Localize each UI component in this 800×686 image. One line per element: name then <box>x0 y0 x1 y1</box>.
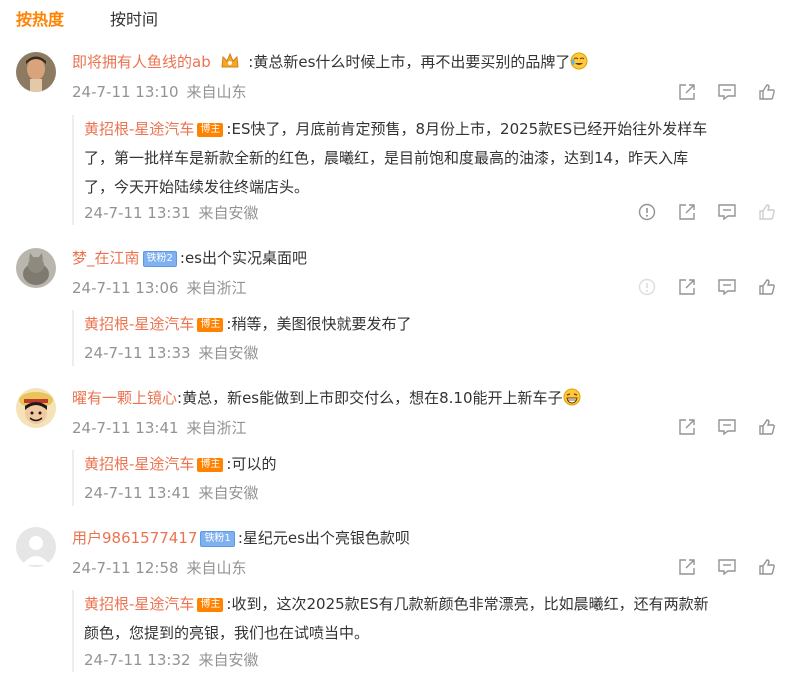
comment-username[interactable]: 用户9861577417 <box>72 529 197 547</box>
reply-time: 24-7-11 13:33 <box>84 344 191 362</box>
comment-icon[interactable] <box>716 81 738 103</box>
tab-sort-by-hot[interactable]: 按热度 <box>16 8 64 32</box>
comment-time: 24-7-11 13:10 <box>72 83 179 101</box>
share-icon[interactable] <box>676 556 698 578</box>
reply-text-line: :收到，这次2025款ES有几款新颜色非常漂亮，比如晨曦红，还有两款新 <box>226 595 709 613</box>
reply-meta: 24-7-11 13:32 来自安徽 <box>84 650 259 670</box>
reply-text-line: 了，今天开始陆续发往终端店头。 <box>84 178 310 196</box>
share-icon[interactable] <box>676 81 698 103</box>
like-icon[interactable] <box>756 556 778 578</box>
comment-text: :星纪元es出个亮银色款呗 <box>237 529 410 547</box>
comment-icon[interactable] <box>716 201 738 223</box>
crown-badge-icon <box>220 52 240 76</box>
reply-text-line: :可以的 <box>226 455 277 473</box>
sort-tabs: 按热度 按时间 <box>16 8 158 32</box>
report-icon[interactable] <box>636 201 658 223</box>
like-icon[interactable] <box>756 201 778 223</box>
reply-meta: 24-7-11 13:41 来自安徽 <box>84 483 259 503</box>
reply-text-block: 黄招根-星途汽车 博主:可以的 <box>84 450 780 479</box>
reply-time: 24-7-11 13:41 <box>84 484 191 502</box>
comment-location: 来自山东 <box>186 83 247 101</box>
reply-text-line: :稍等，美图很快就要发布了 <box>226 315 412 333</box>
comment-text: :黄总，新es能做到上市即交付么，想在8.10能开上新车子 <box>177 389 563 407</box>
share-icon[interactable] <box>676 416 698 438</box>
grin-emoji-icon <box>563 388 581 406</box>
comment-line: 曜有一颗上镜心:黄总，新es能做到上市即交付么，想在8.10能开上新车子 <box>72 387 581 409</box>
reply-text-block: 黄招根-星途汽车 博主:稍等，美图很快就要发布了 <box>84 310 780 339</box>
comment-location: 来自山东 <box>186 559 247 577</box>
reply-location: 来自安徽 <box>198 204 259 222</box>
comment-actions <box>658 416 778 438</box>
reply-time: 24-7-11 13:31 <box>84 204 191 222</box>
reply-block: 黄招根-星途汽车 博主:稍等，美图很快就要发布了 24-7-11 13:33 来自安… <box>72 310 780 366</box>
reply-username[interactable]: 黄招根-星途汽车 <box>84 315 194 333</box>
reply-location: 来自安徽 <box>198 651 259 669</box>
avatar[interactable] <box>16 388 56 428</box>
fan-level-badge: 铁粉1 <box>200 531 235 547</box>
reply-username[interactable]: 黄招根-星途汽车 <box>84 455 194 473</box>
reply-text-line: :ES快了，月底前肯定预售，8月份上市，2025款ES已经开始往外发样车 <box>226 120 708 138</box>
comment-icon[interactable] <box>716 556 738 578</box>
share-icon[interactable] <box>676 276 698 298</box>
reply-text-block: 黄招根-星途汽车 博主:收到，这次2025款ES有几款新颜色非常漂亮，比如晨曦红，… <box>84 590 780 648</box>
comment-icon[interactable] <box>716 276 738 298</box>
reply-actions <box>618 201 778 223</box>
comment-meta: 24-7-11 13:41 来自浙江 <box>72 418 247 438</box>
tab-sort-by-time[interactable]: 按时间 <box>110 8 158 32</box>
avatar[interactable] <box>16 527 56 567</box>
comment-line: 梦_在江南 铁粉2:es出个实况桌面吧 <box>72 247 307 269</box>
comment-actions <box>658 81 778 103</box>
reply-username[interactable]: 黄招根-星途汽车 <box>84 595 194 613</box>
reply-text-line: 颜色，您提到的亮银，我们也在试喷当中。 <box>84 624 370 642</box>
reply-text-block: 黄招根-星途汽车 博主:ES快了，月底前肯定预售，8月份上市，2025款ES已经开… <box>84 115 780 202</box>
blogger-badge: 博主 <box>197 318 224 332</box>
cry-laugh-emoji-icon <box>570 52 588 70</box>
reply-location: 来自安徽 <box>198 484 259 502</box>
like-icon[interactable] <box>756 276 778 298</box>
comment-actions <box>618 276 778 298</box>
comment-text: :es出个实况桌面吧 <box>179 249 307 267</box>
like-icon[interactable] <box>756 81 778 103</box>
comment-meta: 24-7-11 13:10 来自山东 <box>72 82 247 102</box>
avatar[interactable] <box>16 248 56 288</box>
comment-location: 来自浙江 <box>186 279 247 297</box>
comment-time: 24-7-11 12:58 <box>72 559 179 577</box>
comment-meta: 24-7-11 13:06 来自浙江 <box>72 278 247 298</box>
reply-block: 黄招根-星途汽车 博主:可以的 24-7-11 13:41 来自安徽 <box>72 450 780 506</box>
comment-line: 用户9861577417 铁粉1:星纪元es出个亮银色款呗 <box>72 527 410 549</box>
reply-block: 黄招根-星途汽车 博主:收到，这次2025款ES有几款新颜色非常漂亮，比如晨曦红，… <box>72 590 780 672</box>
fan-level-badge: 铁粉2 <box>142 251 177 267</box>
like-icon[interactable] <box>756 416 778 438</box>
reply-time: 24-7-11 13:32 <box>84 651 191 669</box>
reply-username[interactable]: 黄招根-星途汽车 <box>84 120 194 138</box>
comment-username[interactable]: 即将拥有人鱼线的ab <box>72 53 211 71</box>
blogger-badge: 博主 <box>197 598 224 612</box>
comment-username[interactable]: 曜有一颗上镜心 <box>72 389 177 407</box>
blogger-badge: 博主 <box>197 458 224 472</box>
reply-location: 来自安徽 <box>198 344 259 362</box>
comment-username[interactable]: 梦_在江南 <box>72 249 140 267</box>
comment-actions <box>658 556 778 578</box>
reply-meta: 24-7-11 13:33 来自安徽 <box>84 343 259 363</box>
comment-location: 来自浙江 <box>186 419 247 437</box>
share-icon[interactable] <box>676 201 698 223</box>
comment-time: 24-7-11 13:06 <box>72 279 179 297</box>
comment-meta: 24-7-11 12:58 来自山东 <box>72 558 247 578</box>
comment-time: 24-7-11 13:41 <box>72 419 179 437</box>
blogger-badge: 博主 <box>197 123 224 137</box>
reply-text-line: 了，第一批样车是新款全新的红色，晨曦红，是目前饱和度最高的油漆，达到14，昨天入… <box>84 149 689 167</box>
comment-line: 即将拥有人鱼线的ab :黄总新es什么时候上市，再不出要买别的品牌了 <box>72 51 588 76</box>
report-icon[interactable] <box>636 276 658 298</box>
avatar[interactable] <box>16 52 56 92</box>
comment-icon[interactable] <box>716 416 738 438</box>
comment-text: :黄总新es什么时候上市，再不出要买别的品牌了 <box>248 53 571 71</box>
reply-meta: 24-7-11 13:31 来自安徽 <box>84 203 259 223</box>
